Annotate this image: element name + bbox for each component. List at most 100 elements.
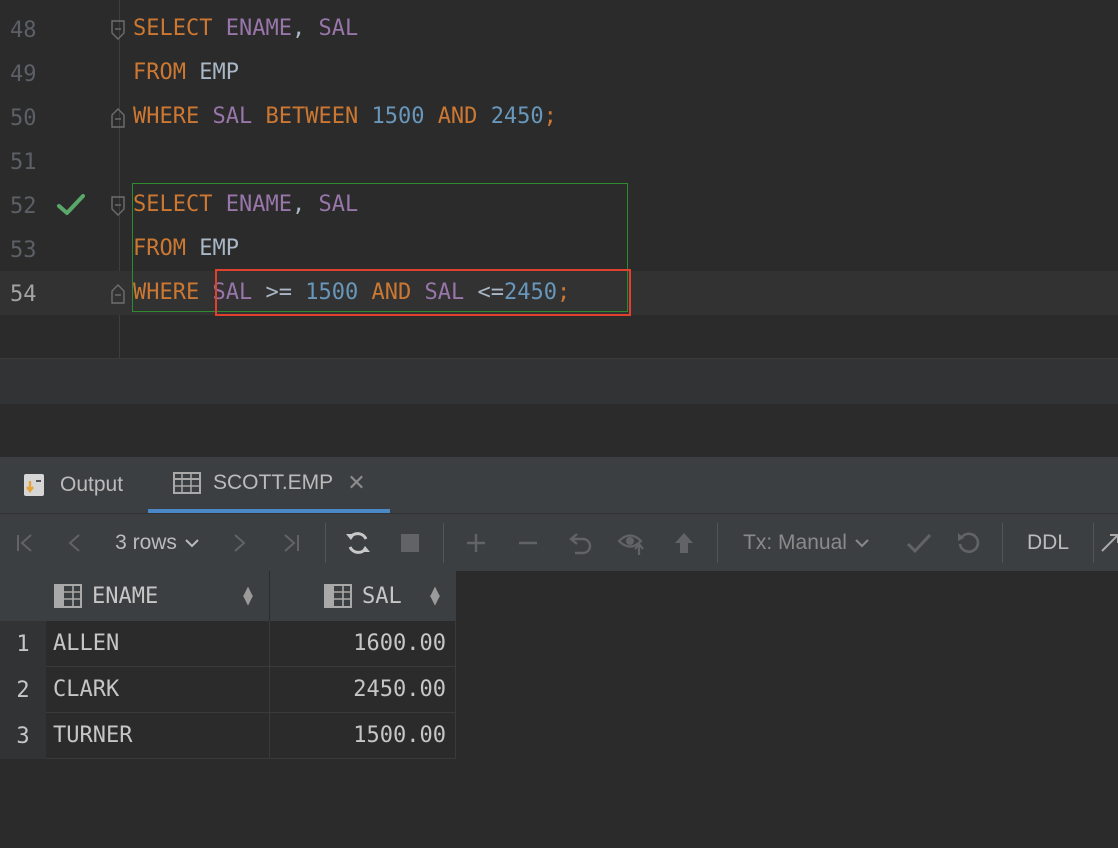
row-count-label: 3 rows	[115, 531, 177, 554]
column-header-label: ENAME	[92, 583, 159, 609]
table-grid-icon	[173, 472, 201, 494]
output-console-icon	[22, 472, 48, 498]
token-column: SAL	[318, 16, 359, 41]
token-keyword: SELECT	[133, 16, 213, 41]
token-semicolon: ;	[543, 104, 557, 129]
fold-end-icon[interactable]	[110, 284, 128, 304]
fold-start-icon[interactable]	[110, 20, 128, 40]
tab-output[interactable]: Output	[22, 457, 123, 513]
result-grid[interactable]: ENAME ▲ ▼ SAL ▲ ▼ 1 ALLEN 1600.00 2 CLARK …	[0, 571, 1118, 848]
ddl-button[interactable]: DDL	[1016, 514, 1080, 572]
column-header-label: SAL	[362, 583, 402, 609]
line-number: 48	[10, 18, 37, 43]
tab-scott-emp[interactable]: SCOTT.EMP ✕	[148, 457, 390, 513]
line-number: 50	[10, 106, 37, 131]
row-number[interactable]: 3	[0, 713, 46, 759]
transaction-mode-label: Tx: Manual	[743, 531, 847, 554]
chevron-right-icon	[234, 534, 246, 552]
undo-icon	[569, 533, 592, 555]
rollback-icon	[958, 532, 980, 554]
line-number: 52	[10, 194, 37, 219]
column-header-ename[interactable]: ENAME ▲ ▼	[46, 571, 270, 621]
ddl-label: DDL	[1026, 531, 1069, 554]
editor-status-band	[0, 359, 1118, 404]
token-column: SAL	[212, 104, 253, 129]
minus-icon	[519, 541, 537, 545]
token-keyword: AND	[437, 104, 478, 129]
token-comma: ,	[291, 16, 306, 41]
next-page-button[interactable]	[222, 514, 256, 572]
line-number: 51	[10, 150, 37, 175]
revert-button[interactable]	[562, 514, 598, 572]
line-number: 54	[10, 282, 37, 307]
cell-ename[interactable]: TURNER	[46, 713, 270, 759]
panel-spacer	[0, 404, 1118, 457]
cell-ename[interactable]: CLARK	[46, 667, 270, 713]
close-icon[interactable]: ✕	[347, 470, 365, 496]
check-icon	[906, 533, 932, 554]
highlight-annotation-box	[215, 269, 631, 316]
token-table: EMP	[199, 60, 239, 85]
toolbar-separator	[1093, 523, 1094, 563]
execution-success-check-icon	[56, 193, 86, 222]
refresh-icon	[346, 532, 370, 554]
fold-start-icon[interactable]	[110, 196, 128, 216]
toolbar-separator	[1002, 523, 1003, 563]
row-count-dropdown[interactable]: 3 rows	[108, 514, 208, 572]
cell-sal[interactable]: 2450.00	[270, 667, 456, 713]
cancel-query-button[interactable]	[392, 514, 428, 572]
token-keyword: BETWEEN	[265, 104, 359, 129]
submit-button[interactable]	[666, 514, 702, 572]
column-icon	[324, 584, 352, 608]
chevron-left-icon	[68, 534, 80, 552]
line-number: 53	[10, 238, 37, 263]
cell-ename[interactable]: ALLEN	[46, 621, 270, 667]
chevron-down-icon	[855, 539, 869, 548]
first-page-icon	[17, 534, 32, 552]
sort-arrows-icon[interactable]: ▲ ▼	[243, 585, 253, 607]
cell-sal[interactable]: 1600.00	[270, 621, 456, 667]
column-header-sal[interactable]: SAL ▲ ▼	[270, 571, 456, 621]
code-line-49[interactable]: 49 FROM EMP	[0, 51, 1118, 95]
line-number: 49	[10, 62, 37, 87]
token-keyword: FROM	[133, 60, 186, 85]
code-line-50[interactable]: 50 WHERE SAL BETWEEN 1500 AND 2450;	[0, 95, 1118, 139]
chevron-down-icon	[185, 539, 199, 548]
last-page-button[interactable]	[274, 514, 308, 572]
transaction-mode-dropdown[interactable]: Tx: Manual	[736, 514, 878, 572]
rollback-button[interactable]	[950, 514, 988, 572]
token-keyword: WHERE	[133, 104, 200, 129]
delete-row-button[interactable]	[510, 514, 546, 572]
commit-button[interactable]	[900, 514, 938, 572]
results-toolbar: 3 rows Tx: Manual DDL	[0, 513, 1118, 571]
fold-end-icon[interactable]	[110, 108, 128, 128]
expand-arrow-icon	[1101, 534, 1118, 552]
toolbar-separator	[325, 523, 326, 563]
tab-label: SCOTT.EMP	[213, 471, 334, 494]
cell-sal[interactable]: 1500.00	[270, 713, 456, 759]
column-icon	[54, 584, 82, 608]
token-column: ENAME	[225, 16, 292, 41]
reload-button[interactable]	[340, 514, 376, 572]
first-page-button[interactable]	[8, 514, 42, 572]
sort-arrows-icon[interactable]: ▲ ▼	[430, 585, 440, 607]
code-line-48[interactable]: 48 SELECT ENAME, SAL	[0, 7, 1118, 51]
expand-button[interactable]	[1098, 514, 1118, 572]
preview-pending-changes-button[interactable]	[614, 514, 650, 572]
toolbar-separator	[443, 523, 444, 563]
previous-page-button[interactable]	[58, 514, 92, 572]
row-number[interactable]: 1	[0, 621, 46, 667]
grid-corner	[0, 571, 46, 621]
row-number[interactable]: 2	[0, 667, 46, 713]
add-row-button[interactable]	[458, 514, 494, 572]
code-line-51[interactable]: 51	[0, 139, 1118, 183]
arrow-up-icon	[675, 533, 693, 553]
plus-icon	[467, 534, 485, 552]
sql-editor[interactable]: 48 SELECT ENAME, SAL 49 FROM EMP 50 WHER…	[0, 0, 1118, 358]
toolbar-separator	[717, 523, 718, 563]
eye-upload-icon	[617, 534, 644, 555]
tab-label: Output	[60, 473, 124, 496]
token-number: 2450	[490, 104, 544, 129]
stop-icon	[401, 534, 419, 552]
last-page-icon	[284, 534, 299, 552]
